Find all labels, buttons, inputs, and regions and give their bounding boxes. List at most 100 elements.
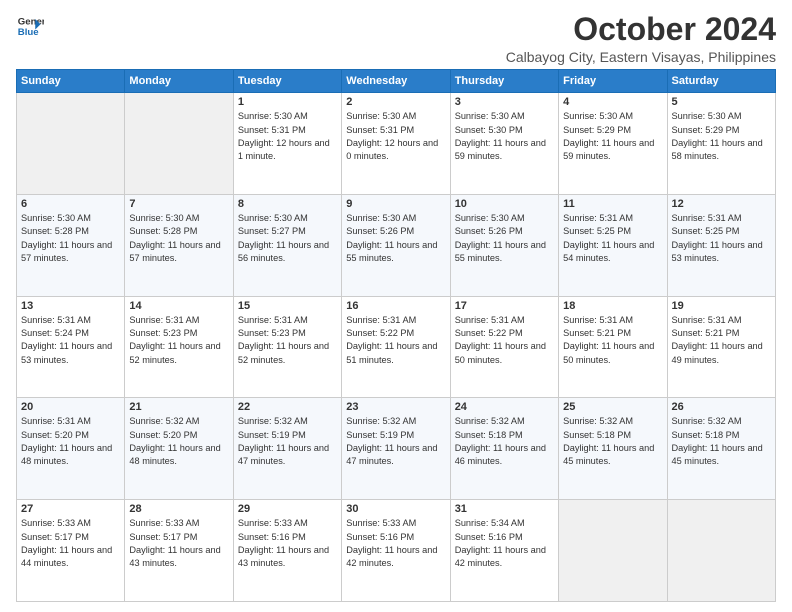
day-number-25: 25 — [563, 401, 662, 413]
cell-0-1 — [125, 93, 233, 195]
cell-0-6: 5 Sunrise: 5:30 AMSunset: 5:29 PMDaylight… — [667, 93, 775, 195]
day-number-24: 24 — [455, 401, 554, 413]
week-row-0: 1 Sunrise: 5:30 AMSunset: 5:31 PMDaylight… — [17, 93, 776, 195]
sun-info-27: Sunrise: 5:33 AMSunset: 5:17 PMDaylight:… — [21, 517, 120, 570]
sun-info-24: Sunrise: 5:32 AMSunset: 5:18 PMDaylight:… — [455, 415, 554, 468]
sun-info-15: Sunrise: 5:31 AMSunset: 5:23 PMDaylight:… — [238, 314, 337, 367]
calendar-body: 1 Sunrise: 5:30 AMSunset: 5:31 PMDaylight… — [17, 93, 776, 602]
day-number-4: 4 — [563, 96, 662, 108]
cell-2-1: 14 Sunrise: 5:31 AMSunset: 5:23 PMDayligh… — [125, 296, 233, 398]
sun-info-5: Sunrise: 5:30 AMSunset: 5:29 PMDaylight:… — [672, 110, 771, 163]
day-number-23: 23 — [346, 401, 445, 413]
calendar-header: Sunday Monday Tuesday Wednesday Thursday… — [17, 70, 776, 93]
week-row-2: 13Sunrise: 5:31 AMSunset: 5:24 PMDayligh… — [17, 296, 776, 398]
cell-4-1: 28Sunrise: 5:33 AMSunset: 5:17 PMDayligh… — [125, 500, 233, 602]
sun-info-9: Sunrise: 5:30 AMSunset: 5:26 PMDaylight:… — [346, 212, 445, 265]
cell-0-3: 2 Sunrise: 5:30 AMSunset: 5:31 PMDaylight… — [342, 93, 450, 195]
header-monday: Monday — [125, 70, 233, 93]
cell-2-4: 17 Sunrise: 5:31 AMSunset: 5:22 PMDayligh… — [450, 296, 558, 398]
week-row-1: 6 Sunrise: 5:30 AMSunset: 5:28 PMDaylight… — [17, 194, 776, 296]
header-wednesday: Wednesday — [342, 70, 450, 93]
cell-0-0 — [17, 93, 125, 195]
day-number-6: 6 — [21, 198, 120, 210]
sun-info-16: Sunrise: 5:31 AMSunset: 5:22 PMDaylight:… — [346, 314, 445, 367]
cell-3-4: 24 Sunrise: 5:32 AMSunset: 5:18 PMDayligh… — [450, 398, 558, 500]
logo: General Blue — [16, 12, 44, 40]
header-sunday: Sunday — [17, 70, 125, 93]
sun-info-26: Sunrise: 5:32 AMSunset: 5:18 PMDaylight:… — [672, 415, 771, 468]
cell-3-2: 22Sunrise: 5:32 AMSunset: 5:19 PMDayligh… — [233, 398, 341, 500]
day-number-27: 27 — [21, 503, 120, 515]
day-number-2: 2 — [346, 96, 445, 108]
header-friday: Friday — [559, 70, 667, 93]
sun-info-14: Sunrise: 5:31 AMSunset: 5:23 PMDaylight:… — [129, 314, 228, 367]
month-title: October 2024 — [506, 12, 776, 47]
header: General Blue October 2024 Calbayog City,… — [16, 12, 776, 65]
day-number-10: 10 — [455, 198, 554, 210]
cell-3-6: 26 Sunrise: 5:32 AMSunset: 5:18 PMDayligh… — [667, 398, 775, 500]
day-number-9: 9 — [346, 198, 445, 210]
cell-2-3: 16 Sunrise: 5:31 AMSunset: 5:22 PMDayligh… — [342, 296, 450, 398]
sun-info-31: Sunrise: 5:34 AMSunset: 5:16 PMDaylight:… — [455, 517, 554, 570]
location-title: Calbayog City, Eastern Visayas, Philippi… — [506, 49, 776, 65]
sun-info-19: Sunrise: 5:31 AMSunset: 5:21 PMDaylight:… — [672, 314, 771, 367]
cell-3-0: 20 Sunrise: 5:31 AMSunset: 5:20 PMDayligh… — [17, 398, 125, 500]
sun-info-23: Sunrise: 5:32 AMSunset: 5:19 PMDaylight:… — [346, 415, 445, 468]
sun-info-17: Sunrise: 5:31 AMSunset: 5:22 PMDaylight:… — [455, 314, 554, 367]
day-number-3: 3 — [455, 96, 554, 108]
day-number-7: 7 — [129, 198, 228, 210]
day-number-31: 31 — [455, 503, 554, 515]
title-area: October 2024 Calbayog City, Eastern Visa… — [506, 12, 776, 65]
sun-info-2: Sunrise: 5:30 AMSunset: 5:31 PMDaylight:… — [346, 110, 445, 163]
sun-info-18: Sunrise: 5:31 AMSunset: 5:21 PMDaylight:… — [563, 314, 662, 367]
day-number-16: 16 — [346, 300, 445, 312]
day-number-26: 26 — [672, 401, 771, 413]
sun-info-3: Sunrise: 5:30 AMSunset: 5:30 PMDaylight:… — [455, 110, 554, 163]
header-saturday: Saturday — [667, 70, 775, 93]
sun-info-21: Sunrise: 5:32 AMSunset: 5:20 PMDaylight:… — [129, 415, 228, 468]
sun-info-29: Sunrise: 5:33 AMSunset: 5:16 PMDaylight:… — [238, 517, 337, 570]
week-row-3: 20 Sunrise: 5:31 AMSunset: 5:20 PMDayligh… — [17, 398, 776, 500]
day-number-17: 17 — [455, 300, 554, 312]
sun-info-25: Sunrise: 5:32 AMSunset: 5:18 PMDaylight:… — [563, 415, 662, 468]
sun-info-12: Sunrise: 5:31 AMSunset: 5:25 PMDaylight:… — [672, 212, 771, 265]
day-number-18: 18 — [563, 300, 662, 312]
day-number-15: 15 — [238, 300, 337, 312]
page: General Blue October 2024 Calbayog City,… — [0, 0, 792, 612]
sun-info-10: Sunrise: 5:30 AMSunset: 5:26 PMDaylight:… — [455, 212, 554, 265]
cell-3-1: 21Sunrise: 5:32 AMSunset: 5:20 PMDayligh… — [125, 398, 233, 500]
day-number-19: 19 — [672, 300, 771, 312]
day-number-5: 5 — [672, 96, 771, 108]
day-number-1: 1 — [238, 96, 337, 108]
weekday-row: Sunday Monday Tuesday Wednesday Thursday… — [17, 70, 776, 93]
day-number-28: 28 — [129, 503, 228, 515]
header-tuesday: Tuesday — [233, 70, 341, 93]
day-number-8: 8 — [238, 198, 337, 210]
sun-info-1: Sunrise: 5:30 AMSunset: 5:31 PMDaylight:… — [238, 110, 337, 163]
cell-1-4: 10 Sunrise: 5:30 AMSunset: 5:26 PMDayligh… — [450, 194, 558, 296]
sun-info-8: Sunrise: 5:30 AMSunset: 5:27 PMDaylight:… — [238, 212, 337, 265]
sun-info-13: Sunrise: 5:31 AMSunset: 5:24 PMDaylight:… — [21, 314, 120, 367]
cell-3-5: 25 Sunrise: 5:32 AMSunset: 5:18 PMDayligh… — [559, 398, 667, 500]
sun-info-22: Sunrise: 5:32 AMSunset: 5:19 PMDaylight:… — [238, 415, 337, 468]
cell-2-5: 18 Sunrise: 5:31 AMSunset: 5:21 PMDayligh… — [559, 296, 667, 398]
cell-0-4: 3 Sunrise: 5:30 AMSunset: 5:30 PMDaylight… — [450, 93, 558, 195]
cell-4-6 — [667, 500, 775, 602]
cell-1-3: 9 Sunrise: 5:30 AMSunset: 5:26 PMDaylight… — [342, 194, 450, 296]
day-number-11: 11 — [563, 198, 662, 210]
day-number-12: 12 — [672, 198, 771, 210]
day-number-14: 14 — [129, 300, 228, 312]
sun-info-6: Sunrise: 5:30 AMSunset: 5:28 PMDaylight:… — [21, 212, 120, 265]
cell-4-3: 30Sunrise: 5:33 AMSunset: 5:16 PMDayligh… — [342, 500, 450, 602]
sun-info-30: Sunrise: 5:33 AMSunset: 5:16 PMDaylight:… — [346, 517, 445, 570]
cell-1-5: 11Sunrise: 5:31 AMSunset: 5:25 PMDayligh… — [559, 194, 667, 296]
cell-3-3: 23 Sunrise: 5:32 AMSunset: 5:19 PMDayligh… — [342, 398, 450, 500]
sun-info-20: Sunrise: 5:31 AMSunset: 5:20 PMDaylight:… — [21, 415, 120, 468]
svg-text:General: General — [18, 16, 44, 27]
sun-info-4: Sunrise: 5:30 AMSunset: 5:29 PMDaylight:… — [563, 110, 662, 163]
cell-1-2: 8 Sunrise: 5:30 AMSunset: 5:27 PMDaylight… — [233, 194, 341, 296]
sun-info-7: Sunrise: 5:30 AMSunset: 5:28 PMDaylight:… — [129, 212, 228, 265]
week-row-4: 27 Sunrise: 5:33 AMSunset: 5:17 PMDayligh… — [17, 500, 776, 602]
day-number-20: 20 — [21, 401, 120, 413]
cell-4-5 — [559, 500, 667, 602]
